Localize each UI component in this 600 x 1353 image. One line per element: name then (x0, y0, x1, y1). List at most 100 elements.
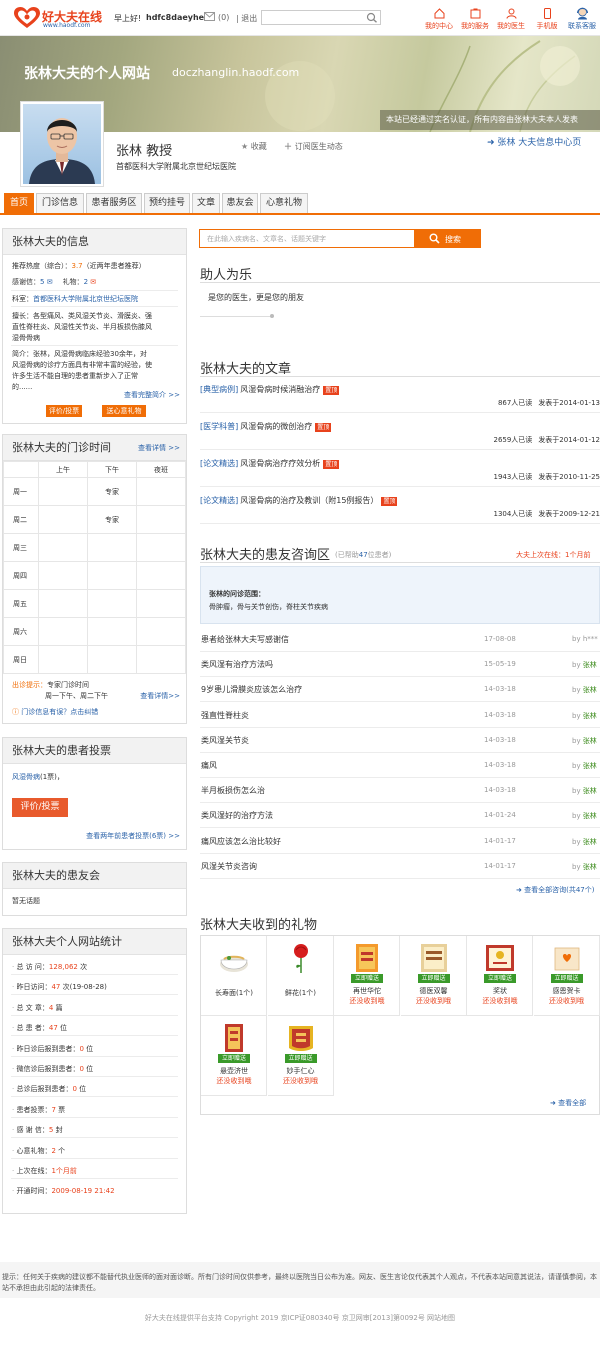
article-title-link[interactable]: 风湿骨病时候消融治疗 (240, 385, 320, 394)
search-icon[interactable] (366, 12, 378, 23)
gift-item[interactable]: 立即赠送 感恩贺卡 还没收到哦 (533, 936, 600, 1016)
doctor-center-link[interactable]: ➜ 张林 大夫信息中心页 (487, 135, 581, 148)
author-name[interactable]: h*** (583, 635, 598, 643)
stat-row: · 总 患 者：47 位 (12, 1023, 67, 1033)
consult-item[interactable]: 强直性脊柱炎 (201, 710, 249, 721)
contact-service-link[interactable]: 联系客服 (566, 6, 598, 31)
table-row: 周三 (3, 533, 186, 562)
article-tag[interactable]: [医学科普] (200, 422, 238, 431)
main-search-button[interactable]: 搜索 (415, 229, 481, 248)
stat-row: · 开通时间：2009-08-19 21:42 (12, 1186, 115, 1196)
author-name[interactable]: 张林 (583, 712, 597, 720)
gift-status: 还没收到哦 (283, 1077, 318, 1085)
gift-item[interactable]: 立即赠送 妙手仁心 还没收到哦 (267, 1016, 334, 1096)
author-name[interactable]: 张林 (583, 812, 597, 820)
article-tag[interactable]: [论文精选] (200, 496, 238, 505)
am-cell (38, 645, 88, 674)
banner-title: 张林大夫的个人网站 (24, 66, 150, 82)
consult-item[interactable]: 半月板损伤怎么治 (201, 785, 265, 796)
nav-my-service[interactable]: 我的服务 (458, 8, 492, 31)
author-name[interactable]: 张林 (583, 661, 597, 669)
main-search-input[interactable]: 在此输入疾病名、文章名、话题关键字 (199, 229, 415, 248)
author-name[interactable]: 张林 (583, 762, 597, 770)
doctor-hospital[interactable]: 首都医科大学附属北京世纪坛医院 (116, 161, 236, 172)
tab-appointment[interactable]: 预约挂号 (144, 193, 190, 213)
by-label: by (572, 862, 583, 871)
mail-icon[interactable] (204, 12, 215, 21)
old-votes-link[interactable]: 查看两年前患者投票(6票) >> (86, 831, 180, 841)
author-name[interactable]: 张林 (583, 686, 597, 694)
consult-author: by 张林 (572, 862, 597, 872)
article-reads: 2659人已读 (493, 436, 533, 444)
site-logo[interactable]: 好大夫在线 www.haodf.com (14, 7, 106, 31)
nav-mobile[interactable]: 手机版 (530, 8, 564, 31)
article-title-link[interactable]: 风湿骨病的治疗及教训（附15例报告） (240, 496, 378, 505)
article-title-link[interactable]: 风湿骨病治疗疗效分析 (240, 459, 320, 468)
username-link[interactable]: hdfc8daeyhe (146, 13, 204, 22)
consult-item[interactable]: 痛风 (201, 760, 217, 771)
tab-patient-club[interactable]: 患友会 (222, 193, 258, 213)
subscribe-button[interactable]: ＋ 订阅医生动态 (284, 141, 343, 152)
author-name[interactable]: 张林 (583, 787, 597, 795)
article-title-link[interactable]: 风湿骨病的微创治疗 (240, 422, 312, 431)
nav-my-center[interactable]: 我的中心 (422, 8, 456, 31)
consult-item[interactable]: 痛风应该怎么治比较好 (201, 836, 281, 847)
send-gift-now-button[interactable]: 立即赠送 (550, 974, 583, 983)
note-line2: 周一下午、周二下午 (45, 692, 108, 700)
author-name[interactable]: 张林 (583, 737, 597, 745)
consult-item[interactable]: 风湿关节炎咨询 (201, 861, 257, 872)
article-item[interactable]: [典型病例] 风湿骨病时候消融治疗 置顶 (200, 384, 340, 395)
all-consult-link[interactable]: ➜ 查看全部咨询(共47个) (516, 885, 594, 895)
vote-button[interactable]: 评价/投票 (46, 405, 82, 417)
article-tag[interactable]: [典型病例] (200, 385, 238, 394)
vote-big-button[interactable]: 评价/投票 (12, 798, 68, 817)
schedule-more-link[interactable]: 查看详情 >> (138, 435, 180, 461)
doctor-info-box: 张林大夫的信息 推荐热度（综合）：3.7（近两年患者推荐） 感谢信：5 ✉ 礼物：… (2, 228, 187, 424)
dept-link[interactable]: 首都医科大学附属北京世纪坛医院 (33, 295, 138, 303)
vote-disease-link[interactable]: 风湿骨病 (12, 773, 40, 781)
gift-item[interactable]: 立即赠送 德医双馨 还没收到哦 (400, 936, 467, 1016)
gift-item[interactable]: 立即赠送 奖状 还没收到哦 (467, 936, 533, 1016)
tab-articles[interactable]: 文章 (192, 193, 220, 213)
gift-item[interactable]: 立即赠送 悬壶济世 还没收到哦 (201, 1016, 267, 1096)
consult-item[interactable]: 类风湿关节炎 (201, 735, 249, 746)
gift-item[interactable]: 鲜花(1个) (267, 936, 334, 1016)
logout-link[interactable]: | 退出 (236, 13, 257, 24)
clinic-more-link[interactable]: 查看详情>> (140, 691, 180, 701)
consult-item[interactable]: 9岁患儿滑膜炎应该怎么治疗 (201, 684, 302, 695)
last-online-line: 大夫上次在线：1个月前 (516, 550, 590, 560)
tab-patient-service[interactable]: 患者服务区 (86, 193, 142, 213)
tab-gifts[interactable]: 心意礼物 (260, 193, 308, 213)
intro-value: 张林，风湿骨病临床经验30余年，对风湿骨病的诊疗方面具有非常丰富的经验，使许多生… (12, 350, 152, 391)
article-item[interactable]: [医学科普] 风湿骨病的微创治疗 置顶 (200, 421, 332, 432)
consult-item[interactable]: 患者给张林大夫写感谢信 (201, 634, 289, 645)
author-name[interactable]: 张林 (583, 863, 597, 871)
send-gift-now-button[interactable]: 立即赠送 (484, 974, 516, 983)
article-item[interactable]: [论文精选] 风湿骨病的治疗及教训（附15例报告） 置顶 (200, 495, 398, 506)
article-item[interactable]: [论文精选] 风湿骨病治疗疗效分析 置顶 (200, 458, 340, 469)
send-gift-button[interactable]: 送心意礼物 (102, 405, 146, 417)
consult-item[interactable]: 类风湿有治疗方法吗 (201, 659, 273, 670)
send-gift-now-button[interactable]: 立即赠送 (218, 1054, 250, 1063)
gift-item[interactable]: 立即赠送 再世华佗 还没收到哦 (334, 936, 400, 1016)
author-name[interactable]: 张林 (583, 838, 597, 846)
favorite-button[interactable]: ★ 收藏 (241, 141, 267, 152)
all-gifts-link[interactable]: ➜ 查看全部 (550, 1098, 586, 1108)
send-gift-now-button[interactable]: 立即赠送 (417, 974, 450, 983)
article-tag[interactable]: [论文精选] (200, 459, 238, 468)
send-gift-now-button[interactable]: 立即赠送 (351, 974, 383, 983)
table-row: 周五 (3, 589, 186, 618)
correction-link[interactable]: ⓘ 门诊信息有误？点击纠错 (12, 707, 98, 717)
consult-item[interactable]: 类风湿好的治疗方法 (201, 810, 273, 821)
gift-item[interactable]: 长寿面(1个) (201, 936, 267, 1016)
tab-clinic-info[interactable]: 门诊信息 (36, 193, 84, 213)
stat-row: · 上次在线：1个月前 (12, 1166, 77, 1176)
row-divider (200, 486, 600, 487)
night-cell (136, 617, 186, 646)
send-gift-now-button[interactable]: 立即赠送 (284, 1054, 317, 1063)
day-cell: 周六 (3, 617, 39, 646)
tab-home[interactable]: 首页 (4, 193, 34, 213)
full-intro-link[interactable]: 查看完整简介 >> (124, 390, 180, 400)
top-search-input[interactable] (261, 10, 381, 25)
nav-my-doctor[interactable]: 我的医生 (494, 8, 528, 31)
